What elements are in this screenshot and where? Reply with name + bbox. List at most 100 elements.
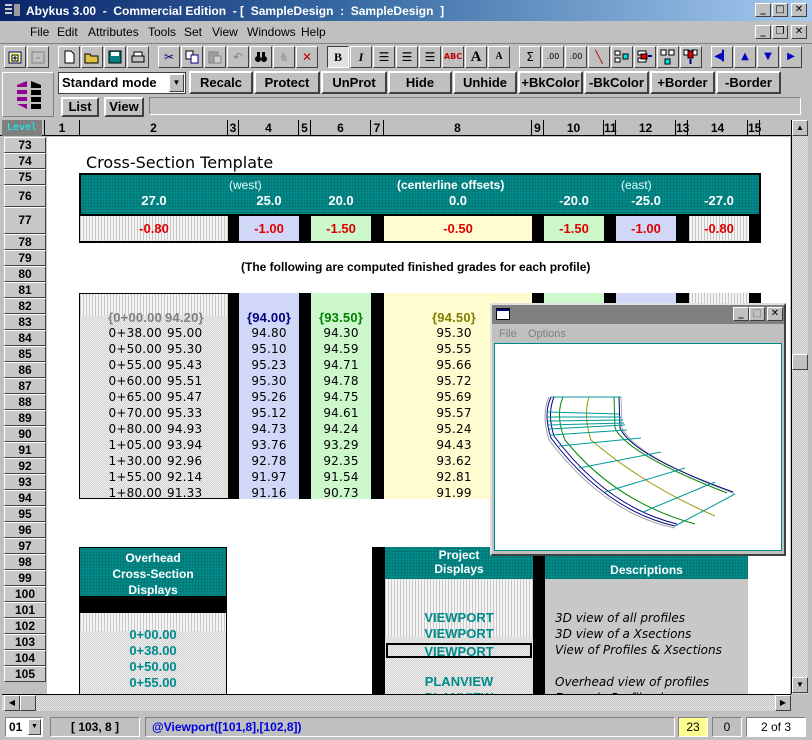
row-header[interactable]: 86 <box>4 362 46 378</box>
insert-row-above-icon[interactable] <box>657 46 679 68</box>
row-header[interactable]: 102 <box>4 618 46 634</box>
viewport-window[interactable]: _ □ ✕ File Options <box>490 303 786 556</box>
grade-cell[interactable]: 92.14 <box>167 470 227 484</box>
grade-cell[interactable]: 95.51 <box>167 374 227 388</box>
grade-cell[interactable]: 0+70.00 <box>87 406 162 420</box>
row-header[interactable]: 92 <box>4 458 46 474</box>
decrease-decimal-icon[interactable]: .00 <box>565 46 587 68</box>
font-larger-icon[interactable]: A <box>465 46 487 68</box>
grade-cell[interactable]: 94.71 <box>311 358 371 372</box>
grade-cell[interactable]: 93.76 <box>239 438 299 452</box>
align-right-icon[interactable]: ☰ <box>419 46 441 68</box>
row-header[interactable]: 93 <box>4 474 46 490</box>
column-header[interactable]: 4 <box>239 120 299 136</box>
grade-cell[interactable]: 95.33 <box>167 406 227 420</box>
child-close-button[interactable]: ✕ <box>791 25 807 39</box>
recalc-button[interactable]: Recalc <box>189 71 253 94</box>
row-header[interactable]: 82 <box>4 298 46 314</box>
grade-cell[interactable]: 91.54 <box>311 470 371 484</box>
vertical-scrollbar[interactable]: ▲ ▼ <box>791 120 808 694</box>
row-header[interactable]: 85 <box>4 346 46 362</box>
grade-cell[interactable]: 92.96 <box>167 454 227 468</box>
menu-attributes[interactable]: Attributes <box>88 25 139 39</box>
row-header[interactable]: 81 <box>4 282 46 298</box>
align-left-icon[interactable]: ☰ <box>373 46 395 68</box>
column-header[interactable]: 14 <box>688 120 748 136</box>
viewport-minimize-button[interactable]: _ <box>733 307 749 321</box>
column-header[interactable]: 9 <box>532 120 544 136</box>
column-header[interactable]: 13 <box>676 120 689 136</box>
column-header[interactable]: 2 <box>80 120 228 136</box>
grade-cell[interactable]: 94.75 <box>311 390 371 404</box>
slope-cell[interactable]: -1.00 <box>239 216 299 241</box>
grade-cell[interactable]: 93.29 <box>311 438 371 452</box>
viewport-close-button[interactable]: ✕ <box>767 307 783 321</box>
vertical-scroll-thumb[interactable] <box>792 354 808 370</box>
grade-cell[interactable]: 0+55.00 <box>87 358 162 372</box>
column-header[interactable]: 10 <box>544 120 604 136</box>
grade-cell[interactable]: 95.47 <box>167 390 227 404</box>
row-header[interactable]: 87 <box>4 378 46 394</box>
scroll-up-button[interactable]: ▲ <box>792 120 808 136</box>
viewport-menu-options[interactable]: Options <box>528 328 566 340</box>
row-header[interactable]: 94 <box>4 490 46 506</box>
horizontal-scrollbar[interactable]: ◀ ▶ <box>2 694 791 711</box>
row-header[interactable]: 73 <box>4 137 46 153</box>
row-header[interactable]: 96 <box>4 522 46 538</box>
column-header[interactable]: 1 <box>44 120 80 136</box>
column-header[interactable]: 11 <box>604 120 617 136</box>
row-header[interactable]: 101 <box>4 602 46 618</box>
spell-check-icon[interactable]: ABC <box>442 46 464 68</box>
row-header[interactable]: 80 <box>4 266 46 282</box>
project-display-link[interactable]: VIEWPORT <box>385 627 533 642</box>
row-header[interactable]: 105 <box>4 666 46 682</box>
save-icon[interactable] <box>104 46 126 68</box>
grade-cell[interactable]: 95.30 <box>167 342 227 356</box>
grade-cell[interactable]: 94.59 <box>311 342 371 356</box>
print-icon[interactable] <box>127 46 149 68</box>
grade-cell[interactable]: 94.20} <box>165 310 225 325</box>
viewport-maximize-button[interactable]: □ <box>749 307 765 321</box>
child-restore-button[interactable]: ❐ <box>772 25 788 39</box>
insert-column-left-icon[interactable] <box>611 46 633 68</box>
delete-icon[interactable]: ✕ <box>296 46 318 68</box>
child-minimize-button[interactable]: _ <box>755 25 771 39</box>
protect-button[interactable]: Protect <box>254 71 320 94</box>
grade-cell[interactable]: 1+80.00 <box>87 486 162 500</box>
project-display-link[interactable] <box>385 659 533 674</box>
menu-set[interactable]: Set <box>184 25 202 39</box>
minimize-button[interactable]: _ <box>755 3 771 17</box>
grade-cell[interactable]: 0+65.00 <box>87 390 162 404</box>
overhead-station-link[interactable]: 0+00.00 <box>79 627 227 642</box>
replace-icon[interactable]: ♞ <box>273 46 295 68</box>
increase-decimal-icon[interactable]: .00 <box>542 46 564 68</box>
slope-cell[interactable]: -1.00 <box>616 216 676 241</box>
viewport-titlebar[interactable]: _ □ ✕ <box>492 305 784 324</box>
menu-file[interactable]: File <box>30 25 49 39</box>
copy-icon[interactable] <box>181 46 203 68</box>
sum-icon[interactable]: Σ <box>519 46 541 68</box>
grade-cell[interactable]: 95.23 <box>239 358 299 372</box>
grade-cell[interactable]: 92.78 <box>239 454 299 468</box>
grade-cell[interactable]: 95.26 <box>239 390 299 404</box>
mode-dropdown[interactable]: Standard mode ▼ <box>58 72 186 94</box>
grade-cell[interactable]: 1+55.00 <box>87 470 162 484</box>
cut-icon[interactable]: ✂ <box>158 46 180 68</box>
row-header[interactable]: 83 <box>4 314 46 330</box>
grade-cell[interactable]: 0+50.00 <box>87 342 162 356</box>
overhead-station-link[interactable]: 0+50.00 <box>79 659 227 674</box>
grade-cell[interactable]: 90.73 <box>311 486 371 500</box>
slope-cell[interactable]: -1.50 <box>544 216 604 241</box>
grade-cell[interactable]: 91.97 <box>239 470 299 484</box>
grade-cell[interactable]: 94.80 <box>239 326 299 340</box>
grade-cell[interactable]: 95.43 <box>167 358 227 372</box>
grade-cell[interactable]: 95.30 <box>239 374 299 388</box>
row-header[interactable]: 98 <box>4 554 46 570</box>
grade-cell[interactable]: 94.73 <box>239 422 299 436</box>
hide-button[interactable]: Hide <box>388 71 452 94</box>
bold-icon[interactable]: B <box>327 46 349 68</box>
grade-cell[interactable]: 0+60.00 <box>87 374 162 388</box>
grade-cell[interactable]: 94.78 <box>311 374 371 388</box>
scroll-down-button[interactable]: ▼ <box>792 677 808 693</box>
new-sheet-icon[interactable] <box>4 46 26 68</box>
